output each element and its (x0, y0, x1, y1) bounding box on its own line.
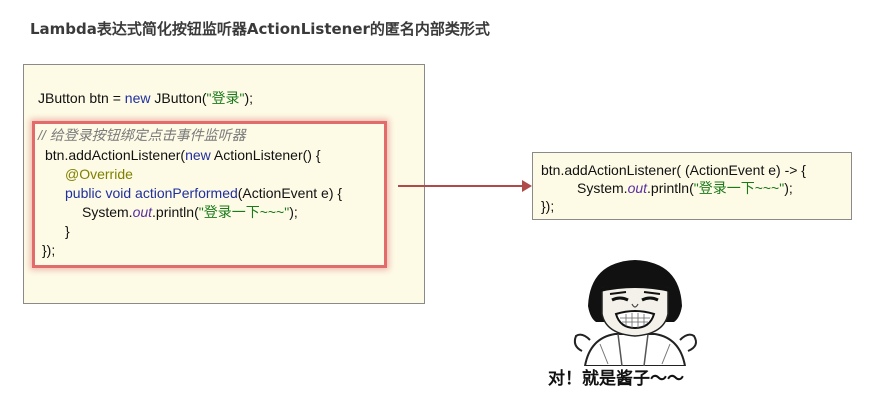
meme-face-icon (573, 260, 697, 366)
meme-caption: 对！就是酱子～～ (548, 369, 684, 389)
lambda-line-2: System.out.println("登录一下~~~"); (577, 180, 793, 196)
arrow-head-icon (522, 180, 532, 192)
lambda-line-1: btn.addActionListener( (ActionEvent e) -… (541, 162, 806, 178)
arrow-line (398, 185, 526, 187)
lambda-line-3: }); (541, 198, 555, 214)
slide-title: Lambda表达式简化按钮监听器ActionListener的匿名内部类形式 (30, 20, 490, 38)
code-line-jbutton: JButton btn = new JButton("登录"); (38, 90, 254, 106)
lambda-code-panel: btn.addActionListener( (ActionEvent e) -… (532, 152, 852, 220)
highlight-frame (32, 121, 387, 268)
